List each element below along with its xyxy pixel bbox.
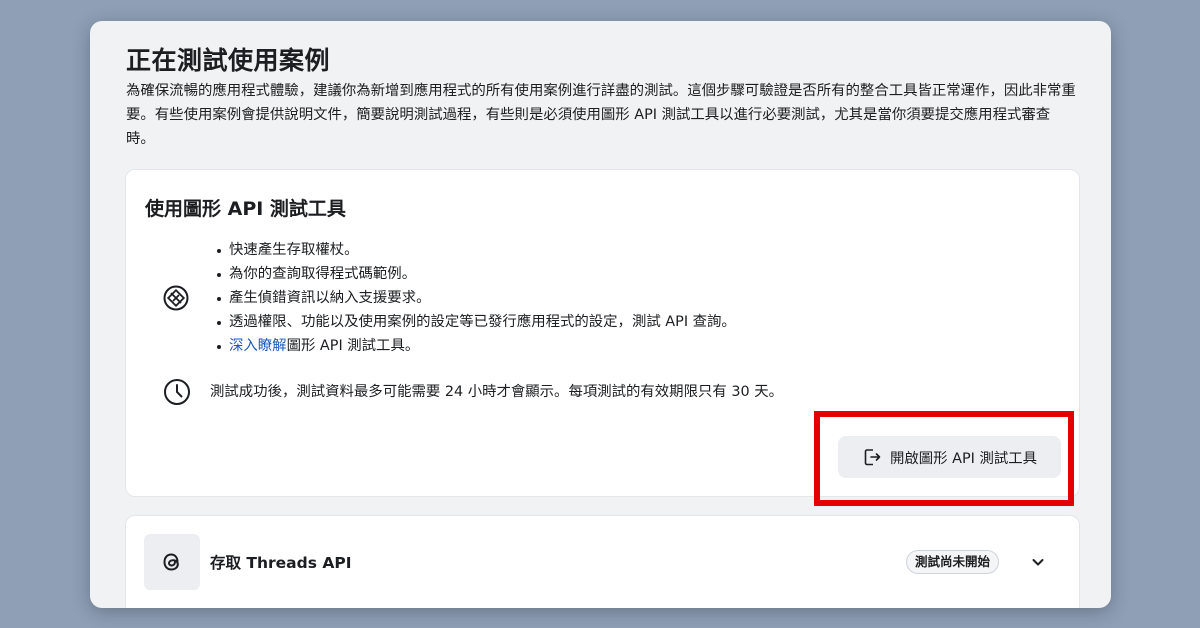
list-item: 為你的查詢取得程式碼範例。 (215, 262, 736, 286)
page-title: 正在測試使用案例 (126, 46, 331, 75)
threads-card-title: 存取 Threads API (210, 554, 352, 572)
list-item-learn-more: 深入瞭解圖形 API 測試工具。 (215, 334, 736, 358)
chevron-down-icon[interactable] (1026, 550, 1050, 574)
learn-more-suffix: 圖形 API 測試工具。 (286, 338, 420, 354)
open-graph-api-explorer-button[interactable]: 開啟圖形 API 測試工具 (838, 436, 1061, 478)
testing-use-cases-panel: 正在測試使用案例 為確保流暢的應用程式體驗，建議你為新增到應用程式的所有使用案例… (90, 21, 1111, 608)
test-data-note: 測試成功後，測試資料最多可能需要 24 小時才會顯示。每項測試的有效期限只有 3… (210, 384, 783, 400)
list-item: 產生偵錯資訊以納入支援要求。 (215, 286, 736, 310)
open-button-label: 開啟圖形 API 測試工具 (889, 450, 1038, 467)
clock-icon (163, 378, 191, 406)
graph-api-tool-card: 使用圖形 API 測試工具 快速產生存取權杖。 為你的查詢取得程式碼範例。 產生… (125, 169, 1080, 497)
external-open-icon (864, 449, 881, 466)
page-description: 為確保流暢的應用程式體驗，建議你為新增到應用程式的所有使用案例進行詳盡的測試。這… (126, 83, 1076, 147)
threads-icon (144, 534, 200, 590)
list-item: 透過權限、功能以及使用案例的設定等已發行應用程式的設定，測試 API 查詢。 (215, 310, 736, 334)
graph-api-explorer-icon (163, 285, 189, 311)
list-item: 快速產生存取權杖。 (215, 238, 736, 262)
learn-more-link[interactable]: 深入瞭解 (229, 338, 287, 354)
threads-api-card[interactable]: 存取 Threads API 測試尚未開始 (125, 515, 1080, 608)
status-badge: 測試尚未開始 (906, 550, 1000, 574)
card-title: 使用圖形 API 測試工具 (145, 198, 346, 220)
feature-list: 快速產生存取權杖。 為你的查詢取得程式碼範例。 產生偵錯資訊以納入支援要求。 透… (215, 238, 736, 358)
